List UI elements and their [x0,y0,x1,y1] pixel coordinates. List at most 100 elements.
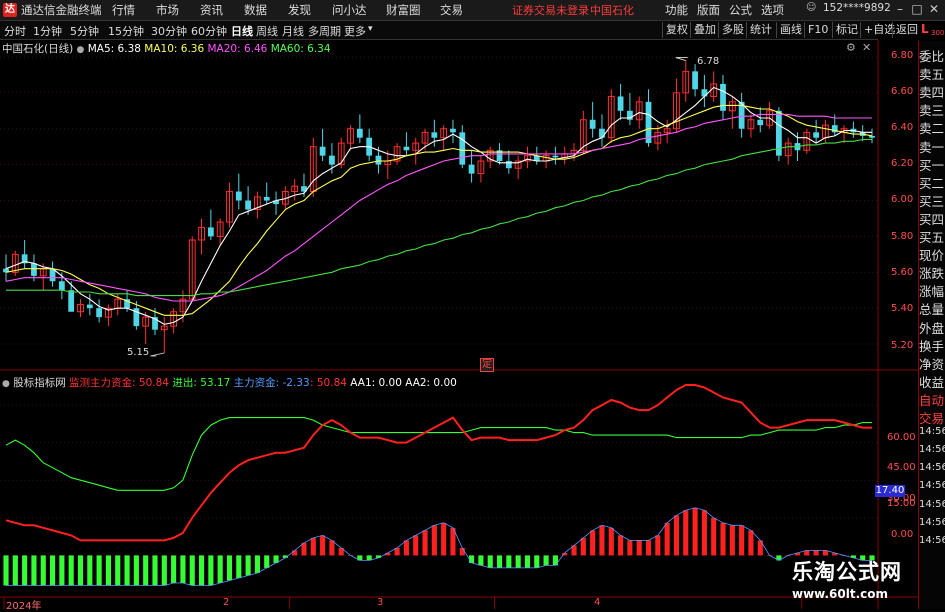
period-tab-daily[interactable]: 日线 [231,23,253,39]
price-tick: 6.40 [891,122,914,133]
side-panel-item[interactable]: 卖一 [919,137,945,156]
info-settings-icon[interactable]: ● [77,45,85,55]
side-panel-item[interactable]: 买一 [919,155,945,174]
side-panel-item[interactable]: 14:56 [919,462,945,473]
inflow-bar [673,515,680,556]
mark-button[interactable]: 标记 [832,22,861,38]
candle-body-down [701,89,708,97]
side-panel-item[interactable]: 卖三 [919,100,945,119]
side-panel-item[interactable]: 14:56 [919,426,945,437]
side-panel-item[interactable]: 涨跌 [919,263,945,282]
current-stock-name: 中国石化 [590,4,634,17]
ma10-label: MA10: 6.36 [144,43,205,55]
side-panel-item[interactable]: 自动 [919,390,945,409]
draw-line-button[interactable]: 画线 [776,22,805,38]
side-panel-item[interactable]: 委比 [919,46,945,65]
price-tick: 5.60 [891,267,914,278]
statistics-button[interactable]: 统计 [746,22,775,38]
maximize-icon[interactable]: □ [909,1,925,17]
minimize-icon[interactable]: – [892,1,908,17]
outflow-bar [543,555,549,566]
menu-item-layout[interactable]: 版面 [697,2,720,18]
side-panel-item[interactable]: 交易 [919,408,945,427]
event-marker[interactable]: 定 [480,358,494,372]
time-tick-apr: 4 [594,597,601,608]
side-panel-item[interactable]: 14:56 [919,499,945,510]
menu-item-discover[interactable]: 发现 [288,2,311,18]
inflow-bar [683,510,689,556]
side-panel-item[interactable]: 14:56 [919,480,945,491]
price-tick: 5.40 [891,303,914,314]
side-panel-item[interactable]: 外盘 [919,318,945,337]
cursor-value-badge: 17.40 [875,485,905,497]
side-panel-item[interactable]: 现价 [919,245,945,264]
period-tab-weekly[interactable]: 周线 [256,23,278,39]
inflow-bar [580,537,586,556]
indicator-name: 股标指标网 [13,377,66,389]
overlay-button[interactable]: 叠加 [690,22,719,38]
outflow-bar [87,555,93,586]
side-panel-item[interactable]: 14:56 [919,535,945,546]
period-tab-1min[interactable]: 1分钟 [33,23,62,39]
inflow-bar [320,535,326,556]
account-id[interactable]: 152****9892 [823,2,891,14]
period-tab-more[interactable]: 更多 [344,23,366,39]
outflow-bar [3,555,9,586]
side-panel-item[interactable]: 买五 [919,227,945,246]
multi-stock-button[interactable]: 多股 [718,22,747,38]
side-panel-item[interactable]: 换手 [919,336,945,355]
user-avatar-icon[interactable]: ☺ [806,2,816,13]
close-icon[interactable]: ✕ [926,1,942,17]
side-panel-item[interactable]: 总量 [919,299,945,318]
candle-body-down [869,135,875,138]
menu-item-trade[interactable]: 交易 [440,2,463,18]
side-panel-item[interactable]: 卖二 [919,118,945,137]
menu-item-data[interactable]: 数据 [244,2,267,18]
side-panel-item[interactable]: 14:56 [919,517,945,528]
inflow-bar [711,517,717,556]
f10-button[interactable]: F10 [804,22,831,38]
settings-gear-icon[interactable]: ⚙ [846,41,856,54]
login-status[interactable]: 证券交易未登录 [512,2,589,18]
chevron-down-icon[interactable]: ▾ [368,24,373,34]
close-pane-icon[interactable]: ✕ [862,41,871,54]
side-panel-item[interactable]: 买三 [919,191,945,210]
period-tab-multi[interactable]: 多周期 [308,23,341,39]
indicator-tick: 45.00 [887,462,916,473]
menu-item-market[interactable]: 市场 [156,2,179,18]
side-panel-item[interactable]: 卖四 [919,82,945,101]
menu-item-formula[interactable]: 公式 [729,2,752,18]
side-panel-item[interactable]: 收益 [919,372,945,391]
period-tab-5min[interactable]: 5分钟 [70,23,99,39]
menu-item-function[interactable]: 功能 [665,2,688,18]
side-panel-item[interactable]: 涨幅 [919,281,945,300]
side-panel-item[interactable]: 买四 [919,209,945,228]
indicator-settings-icon[interactable]: ● [2,379,10,389]
candle-body-down [356,128,363,138]
menu-item-news[interactable]: 资讯 [200,2,223,18]
period-tab-timeshare[interactable]: 分时 [4,23,26,39]
side-panel-item[interactable]: 14:56 [919,444,945,455]
inflow-bar [627,540,633,556]
inflow-bar [292,550,298,556]
outflow-bar [12,555,18,586]
menu-item-quotes[interactable]: 行情 [112,2,135,18]
back-button[interactable]: 返回 [892,22,921,38]
indicator-value-1: 监测主力资金: 50.84 [69,377,169,389]
candle-body-down [505,161,512,169]
period-tab-15min[interactable]: 15分钟 [108,23,144,39]
period-tab-30min[interactable]: 30分钟 [151,23,187,39]
side-panel-item[interactable]: 卖五 [919,64,945,83]
restore-rights-button[interactable]: 复权 [662,22,691,38]
period-tab-60min[interactable]: 60分钟 [191,23,227,39]
menu-item-ask[interactable]: 问小达 [332,2,367,18]
menu-item-fortune[interactable]: 财富圈 [386,2,421,18]
kline-chart-area[interactable] [0,40,918,609]
side-panel-item[interactable]: 买二 [919,173,945,192]
period-tab-monthly[interactable]: 月线 [282,23,304,39]
price-tick: 5.20 [891,340,914,351]
menu-item-options[interactable]: 选项 [761,2,784,18]
outflow-bar [161,555,167,586]
side-panel-item[interactable]: 净资 [919,354,945,373]
outflow-bar [245,555,251,576]
